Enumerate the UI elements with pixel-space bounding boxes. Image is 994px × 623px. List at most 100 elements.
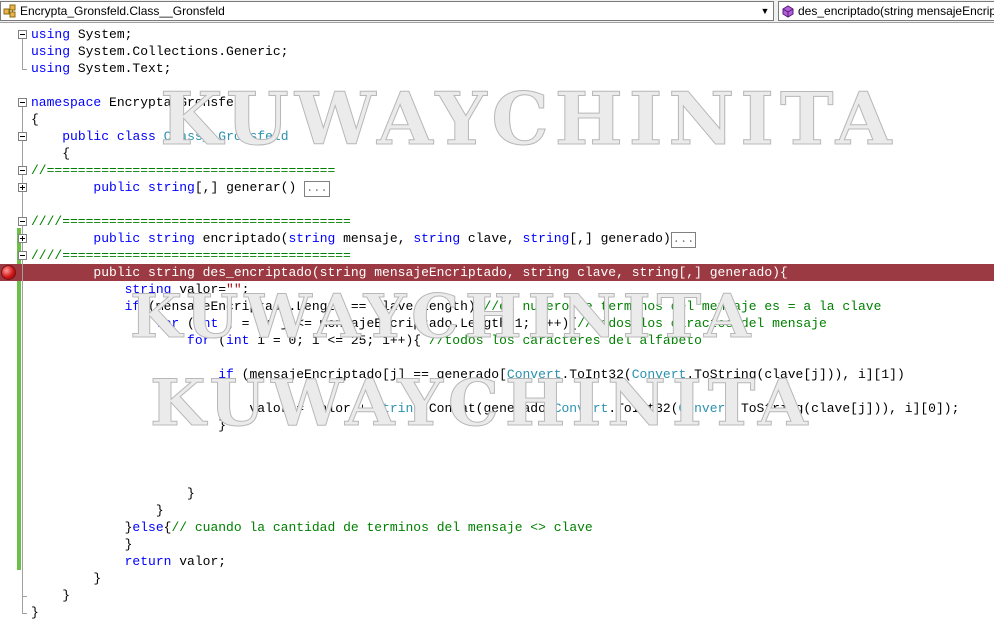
code-token: //todos los caracteres del alfabeto [428,333,702,348]
code-line[interactable]: using System.Text; [0,60,994,77]
code-text: namespace Encrypta_Gronsfeld [31,94,249,111]
code-token: mensaje, [335,231,414,246]
code-text: public class Class__Gronsfeld [31,128,289,145]
outline-guide [22,596,27,597]
code-text: { [31,383,226,400]
code-token: //todos los caractes del mensaje [577,316,827,331]
collapsed-region-button[interactable]: ... [304,181,330,197]
chevron-down-icon[interactable]: ▼ [757,2,773,20]
expand-region-icon[interactable] [18,234,27,243]
code-line[interactable]: return valor; [0,553,994,570]
code-line[interactable]: public class Class__Gronsfeld [0,128,994,145]
code-token: for [155,316,180,331]
code-text: public string encriptado(string mensaje,… [31,230,697,248]
code-token: for [187,333,211,348]
code-line[interactable]: } [0,502,994,519]
code-line[interactable]: using System; [0,26,994,43]
code-token: [,] generar() [194,180,305,195]
collapse-region-icon[interactable] [18,98,27,107]
code-token: string [413,231,461,246]
code-text: public string[,] generar() ... [31,179,330,197]
code-line[interactable]: } [0,570,994,587]
code-token: Convert [506,367,562,382]
code-line[interactable] [0,77,994,94]
code-line[interactable]: } [0,417,994,434]
breakpoint-line[interactable]: public string des_encriptado(string mens… [0,264,994,281]
code-line[interactable]: public string[,] generar() ... [0,179,994,197]
type-selector-dropdown[interactable]: Encrypta_Gronsfeld.Class__Gronsfeld ▼ [0,1,774,21]
code-token: ( [210,333,227,348]
code-line[interactable]: string valor=""; [0,281,994,298]
breakpoint-icon[interactable] [1,265,16,280]
code-token: } [31,520,133,535]
code-token: } [31,503,164,518]
collapse-region-icon[interactable] [18,217,27,226]
code-text: public string des_encriptado(string mens… [31,264,788,281]
code-line[interactable]: //===================================== [0,162,994,179]
code-line[interactable]: { [0,111,994,128]
code-line[interactable] [0,434,994,451]
code-line[interactable]: { [0,383,994,400]
code-line[interactable]: } [0,536,994,553]
code-editor[interactable]: using System; using System.Collections.Ge… [0,24,994,623]
code-line[interactable] [0,196,994,213]
code-token: (mensajeEncriptado.Length == clave.Lengt… [140,299,484,314]
code-token: encriptado( [194,231,289,246]
code-token: public string des_encriptado(string mens… [31,265,788,280]
code-text: { [31,145,70,162]
code-line[interactable]: ////====================================… [0,247,994,264]
code-line[interactable] [0,349,994,366]
code-text: } [31,604,39,621]
code-token: else [132,520,164,535]
code-line[interactable]: } [0,587,994,604]
code-token: Convert [631,367,687,382]
code-line[interactable]: } [0,485,994,502]
code-token: int [226,333,250,348]
code-token: clave, [460,231,523,246]
code-token: .Concat(generado[ [421,401,554,416]
code-token: Class__Gronsfeld [163,129,289,144]
code-line[interactable]: { [0,145,994,162]
collapse-region-icon[interactable] [18,166,27,175]
code-line[interactable]: }else{// cuando la cantidad de terminos … [0,519,994,536]
code-token: .ToInt32( [608,401,679,416]
code-text: string valor=""; [31,281,250,298]
code-token: public [93,180,141,195]
code-line[interactable]: if (mensajeEncriptado[j] == generado[Con… [0,366,994,383]
code-line[interactable]: ////====================================… [0,213,994,230]
code-line[interactable]: for (int i = 0; i <= 25; i++){ //todos l… [0,332,994,349]
code-line[interactable] [0,468,994,485]
code-line[interactable]: if (mensajeEncriptado.Length == clave.Le… [0,298,994,315]
code-token: [,] generado) [569,231,671,246]
code-line[interactable]: valor = valor + String.Concat(generado[C… [0,400,994,417]
code-line[interactable]: using System.Collections.Generic; [0,43,994,60]
outline-guide [22,69,27,70]
expand-region-icon[interactable] [18,183,27,192]
code-token: System.Collections.Generic; [70,44,289,59]
code-token: namespace [31,95,102,110]
code-text: if (mensajeEncriptado[j] == generado[Con… [31,366,905,383]
code-line[interactable] [0,451,994,468]
code-token: } [31,571,102,586]
code-line[interactable]: for (int j = 0; j <= mensajeEncriptado.L… [0,315,994,332]
code-line[interactable]: public string encriptado(string mensaje,… [0,230,994,248]
code-token: return [124,554,172,569]
code-token: } [31,486,195,501]
code-token: class [116,129,156,144]
code-token: string [522,231,570,246]
collapse-region-icon[interactable] [18,30,27,39]
code-token: } [31,418,227,433]
code-line[interactable]: } [0,604,994,621]
member-selector-dropdown[interactable]: des_encriptado(string mensajeEncriptado,… [778,1,994,21]
code-line[interactable]: namespace Encrypta_Gronsfeld [0,94,994,111]
code-token: String [374,401,422,416]
collapsed-region-button[interactable]: ... [670,232,697,248]
collapse-region-icon[interactable] [18,251,27,260]
collapse-region-icon[interactable] [18,132,27,141]
